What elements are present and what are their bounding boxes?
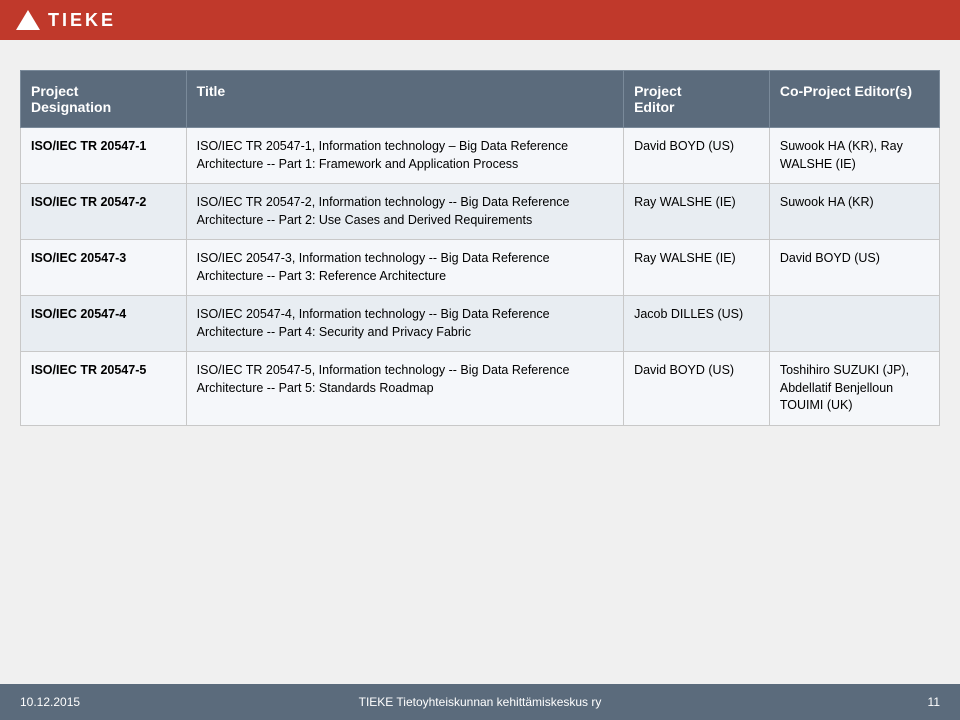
table-row: ISO/IEC TR 20547-5ISO/IEC TR 20547-5, In… bbox=[21, 352, 940, 426]
cell-co-editor: Suwook HA (KR), Ray WALSHE (IE) bbox=[769, 128, 939, 184]
footer-page: 11 bbox=[928, 695, 940, 709]
table-row: ISO/IEC 20547-3ISO/IEC 20547-3, Informat… bbox=[21, 240, 940, 296]
col-header-designation: Project Designation bbox=[21, 71, 187, 128]
cell-editor: David BOYD (US) bbox=[624, 352, 770, 426]
cell-title: ISO/IEC TR 20547-2, Information technolo… bbox=[186, 184, 623, 240]
cell-designation: ISO/IEC 20547-3 bbox=[21, 240, 187, 296]
footer-center-text: TIEKE Tietoyhteiskunnan kehittämiskeskus… bbox=[359, 695, 602, 709]
cell-title: ISO/IEC TR 20547-5, Information technolo… bbox=[186, 352, 623, 426]
col-header-co-editor: Co-Project Editor(s) bbox=[769, 71, 939, 128]
cell-editor: David BOYD (US) bbox=[624, 128, 770, 184]
table-row: ISO/IEC 20547-4ISO/IEC 20547-4, Informat… bbox=[21, 296, 940, 352]
footer-date: 10.12.2015 bbox=[20, 695, 80, 709]
logo-triangle-icon bbox=[16, 10, 40, 30]
col-header-editor: Project Editor bbox=[624, 71, 770, 128]
cell-co-editor: Suwook HA (KR) bbox=[769, 184, 939, 240]
cell-editor: Ray WALSHE (IE) bbox=[624, 240, 770, 296]
projects-table: Project Designation Title Project Editor… bbox=[20, 70, 940, 426]
cell-co-editor: David BOYD (US) bbox=[769, 240, 939, 296]
cell-editor: Ray WALSHE (IE) bbox=[624, 184, 770, 240]
table-header-row: Project Designation Title Project Editor… bbox=[21, 71, 940, 128]
table-row: ISO/IEC TR 20547-1ISO/IEC TR 20547-1, In… bbox=[21, 128, 940, 184]
logo-box: TIEKE bbox=[16, 10, 116, 31]
table-row: ISO/IEC TR 20547-2ISO/IEC TR 20547-2, In… bbox=[21, 184, 940, 240]
cell-title: ISO/IEC 20547-4, Information technology … bbox=[186, 296, 623, 352]
col-header-title: Title bbox=[186, 71, 623, 128]
cell-title: ISO/IEC 20547-3, Information technology … bbox=[186, 240, 623, 296]
cell-designation: ISO/IEC 20547-4 bbox=[21, 296, 187, 352]
brand-title: TIEKE bbox=[48, 10, 116, 31]
cell-title: ISO/IEC TR 20547-1, Information technolo… bbox=[186, 128, 623, 184]
cell-designation: ISO/IEC TR 20547-1 bbox=[21, 128, 187, 184]
main-content: Project Designation Title Project Editor… bbox=[0, 40, 960, 436]
cell-co-editor: Toshihiro SUZUKI (JP), Abdellatif Benjel… bbox=[769, 352, 939, 426]
cell-co-editor bbox=[769, 296, 939, 352]
cell-designation: ISO/IEC TR 20547-2 bbox=[21, 184, 187, 240]
cell-designation: ISO/IEC TR 20547-5 bbox=[21, 352, 187, 426]
footer: 10.12.2015 TIEKE Tietoyhteiskunnan kehit… bbox=[0, 684, 960, 720]
cell-editor: Jacob DILLES (US) bbox=[624, 296, 770, 352]
header: TIEKE bbox=[0, 0, 960, 40]
